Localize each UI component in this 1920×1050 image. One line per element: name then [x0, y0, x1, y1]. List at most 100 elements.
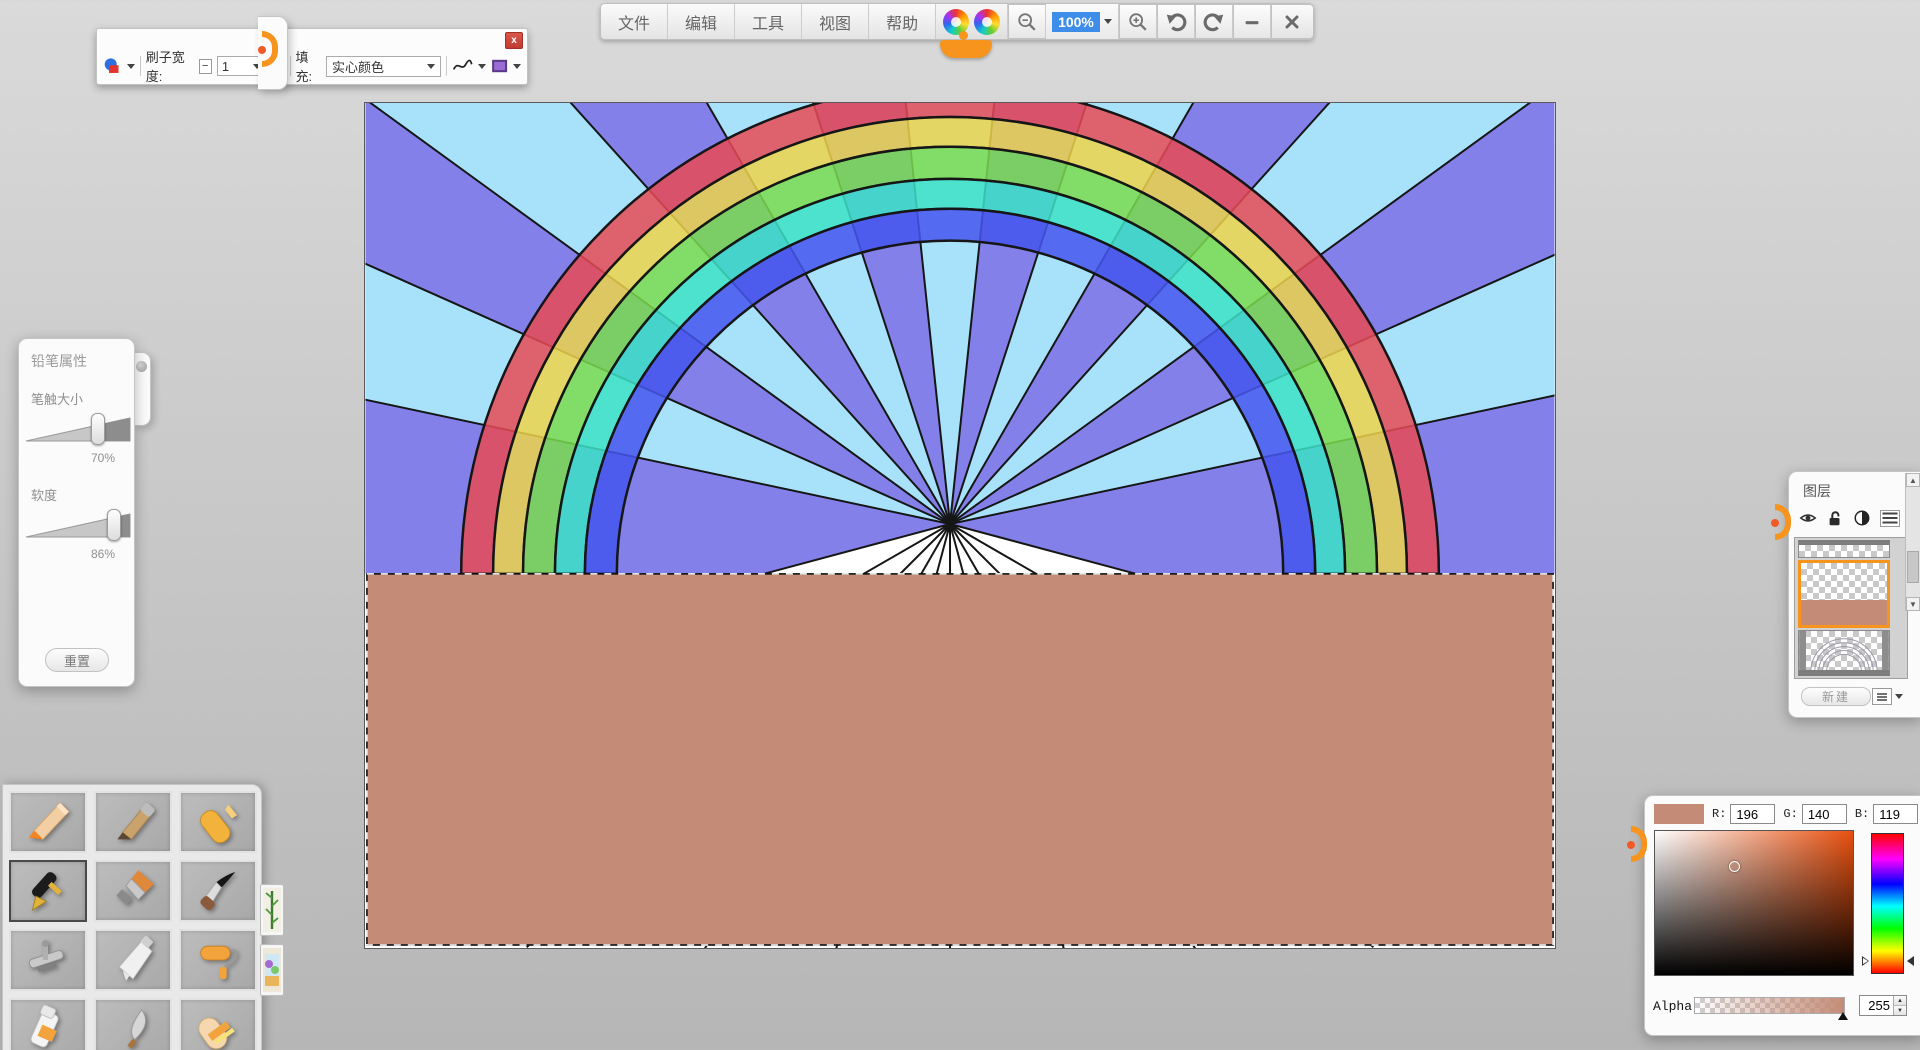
alpha-slider[interactable]	[1694, 997, 1845, 1014]
tool-tile-paint-tube[interactable]	[94, 929, 172, 991]
chevron-down-icon[interactable]	[427, 64, 435, 69]
chevron-down-icon[interactable]	[478, 64, 486, 69]
softness-slider[interactable]	[25, 511, 131, 545]
tool-tile-eraser[interactable]	[179, 998, 257, 1050]
layers-options-button[interactable]	[1872, 688, 1892, 705]
menu-tools[interactable]: 工具	[735, 4, 802, 39]
alpha-input[interactable]: 255 ▲ ▼	[1859, 995, 1907, 1016]
spin-down-icon[interactable]: ▼	[1894, 1006, 1906, 1015]
chevron-down-icon[interactable]	[127, 64, 135, 69]
drawing-canvas[interactable]	[364, 102, 1556, 949]
fill-mode-combo[interactable]: 实心颜色	[326, 56, 441, 77]
new-layer-button[interactable]: 新建	[1801, 687, 1871, 706]
layer-opacity-icon[interactable]	[1853, 509, 1871, 527]
tool-tile-pencil-tip[interactable]	[9, 791, 87, 853]
slider-handle[interactable]	[107, 509, 121, 541]
tool-tile-fountain-pen[interactable]	[9, 860, 87, 922]
layer-thumb-transparent-part	[1801, 563, 1887, 600]
undo-button[interactable]	[1157, 4, 1195, 39]
layer-visibility-icon[interactable]	[1799, 509, 1817, 527]
green-label: G:	[1783, 807, 1797, 821]
tool-tile-marker-tube[interactable]	[9, 998, 87, 1050]
tool-tile-airbrush[interactable]	[9, 929, 87, 991]
texture-preset-bamboo-button[interactable]	[260, 884, 284, 936]
separator	[446, 56, 447, 76]
fill-shape-icon[interactable]	[491, 57, 508, 75]
alpha-spinner[interactable]: ▲ ▼	[1893, 996, 1906, 1015]
layer-item-transparent[interactable]	[1798, 540, 1890, 558]
chevron-down-icon[interactable]	[1104, 19, 1112, 24]
layers-panel-handle[interactable]	[1775, 504, 1791, 540]
hue-marker-right-icon[interactable]	[1907, 956, 1914, 966]
layer-lock-icon[interactable]	[1826, 509, 1844, 527]
color-cursor[interactable]	[1729, 861, 1740, 872]
saturation-value-field[interactable]	[1654, 830, 1854, 976]
canvas-artwork[interactable]	[365, 103, 1555, 948]
chevron-down-icon[interactable]	[1895, 694, 1903, 699]
brush-width-value: 1	[222, 59, 229, 74]
brush-size-label: 笔触大小	[31, 389, 83, 408]
crayon-icon	[192, 796, 244, 848]
toolbar-close-button[interactable]: x	[505, 32, 523, 49]
texture-preset-picture-button[interactable]	[260, 944, 284, 996]
alpha-value: 255	[1860, 998, 1893, 1013]
color-shape-swatch-icon[interactable]	[103, 56, 122, 77]
panel-title: 图层	[1803, 481, 1831, 501]
main-menubar: 文件 编辑 工具 视图 帮助 100%	[600, 3, 1314, 40]
brush-width-decrease-button[interactable]: −	[199, 59, 212, 74]
green-input[interactable]: 140	[1802, 804, 1847, 824]
chevron-down-icon[interactable]	[513, 64, 521, 69]
palette-collapse-handle[interactable]	[258, 16, 288, 90]
menu-file[interactable]: 文件	[601, 4, 668, 39]
redo-button[interactable]	[1195, 4, 1233, 39]
menu-edit[interactable]: 编辑	[668, 4, 735, 39]
minimize-icon	[1241, 11, 1263, 33]
clown-mascot	[936, 4, 1008, 39]
stroke-curve-icon[interactable]	[452, 57, 473, 75]
clown-eye-right-icon[interactable]	[974, 9, 1000, 35]
reset-button[interactable]: 重置	[45, 648, 109, 672]
tool-tile-wooden-pencil[interactable]	[94, 791, 172, 853]
tool-tile-blade[interactable]	[94, 998, 172, 1050]
bamboo-icon	[263, 888, 281, 932]
tool-tile-crayon[interactable]	[179, 791, 257, 853]
hue-slider[interactable]	[1871, 833, 1904, 974]
alpha-label: Alpha	[1653, 999, 1692, 1014]
red-input[interactable]: 196	[1730, 804, 1775, 824]
layer-item-rainbow-sketch[interactable]	[1798, 630, 1890, 676]
menu-lines-icon	[1881, 509, 1899, 527]
tool-tile-flat-brush[interactable]	[94, 860, 172, 922]
scroll-down-button[interactable]: ▼	[1906, 597, 1920, 611]
tool-tile-paint-roller[interactable]	[179, 929, 257, 991]
layer-list-scrollbar[interactable]: ▲ ▼	[1905, 473, 1920, 611]
softness-value: 86%	[91, 547, 115, 561]
zoom-level-combo[interactable]: 100%	[1046, 4, 1119, 39]
scrollbar-thumb[interactable]	[1907, 551, 1919, 583]
layer-item-ground-selected[interactable]	[1798, 560, 1890, 628]
color-picker-handle[interactable]	[1631, 826, 1647, 862]
clown-mouth-icon	[940, 40, 992, 58]
separator	[290, 56, 291, 76]
ink-brush-icon	[192, 865, 244, 917]
pencil-panel-collapse-handle[interactable]	[134, 352, 151, 426]
blue-input[interactable]: 119	[1873, 804, 1918, 824]
scroll-up-button[interactable]: ▲	[1906, 473, 1920, 487]
spin-up-icon[interactable]: ▲	[1894, 996, 1906, 1006]
layer-menu-button[interactable]	[1880, 510, 1900, 527]
brush-options-toolbar: x 刷子宽度: − 1 + 填充: 实心颜色	[96, 28, 528, 85]
clown-nose-icon	[959, 31, 968, 40]
alpha-marker-icon[interactable]	[1838, 1012, 1848, 1020]
menu-view[interactable]: 视图	[802, 4, 869, 39]
menu-help[interactable]: 帮助	[869, 4, 936, 39]
tool-tile-ink-brush[interactable]	[179, 860, 257, 922]
slider-handle[interactable]	[91, 413, 105, 445]
brush-size-slider[interactable]	[25, 415, 131, 449]
minimize-button[interactable]	[1233, 4, 1271, 39]
separator	[140, 56, 141, 76]
hue-marker-left-icon[interactable]	[1862, 956, 1869, 966]
zoom-level-value[interactable]: 100%	[1052, 12, 1100, 32]
close-button[interactable]	[1271, 4, 1313, 39]
color-picker-panel: R: 196 G: 140 B: 119 Alpha 255 ▲ ▼	[1644, 795, 1920, 1036]
zoom-in-button[interactable]	[1119, 4, 1157, 39]
zoom-out-button[interactable]	[1008, 4, 1046, 39]
